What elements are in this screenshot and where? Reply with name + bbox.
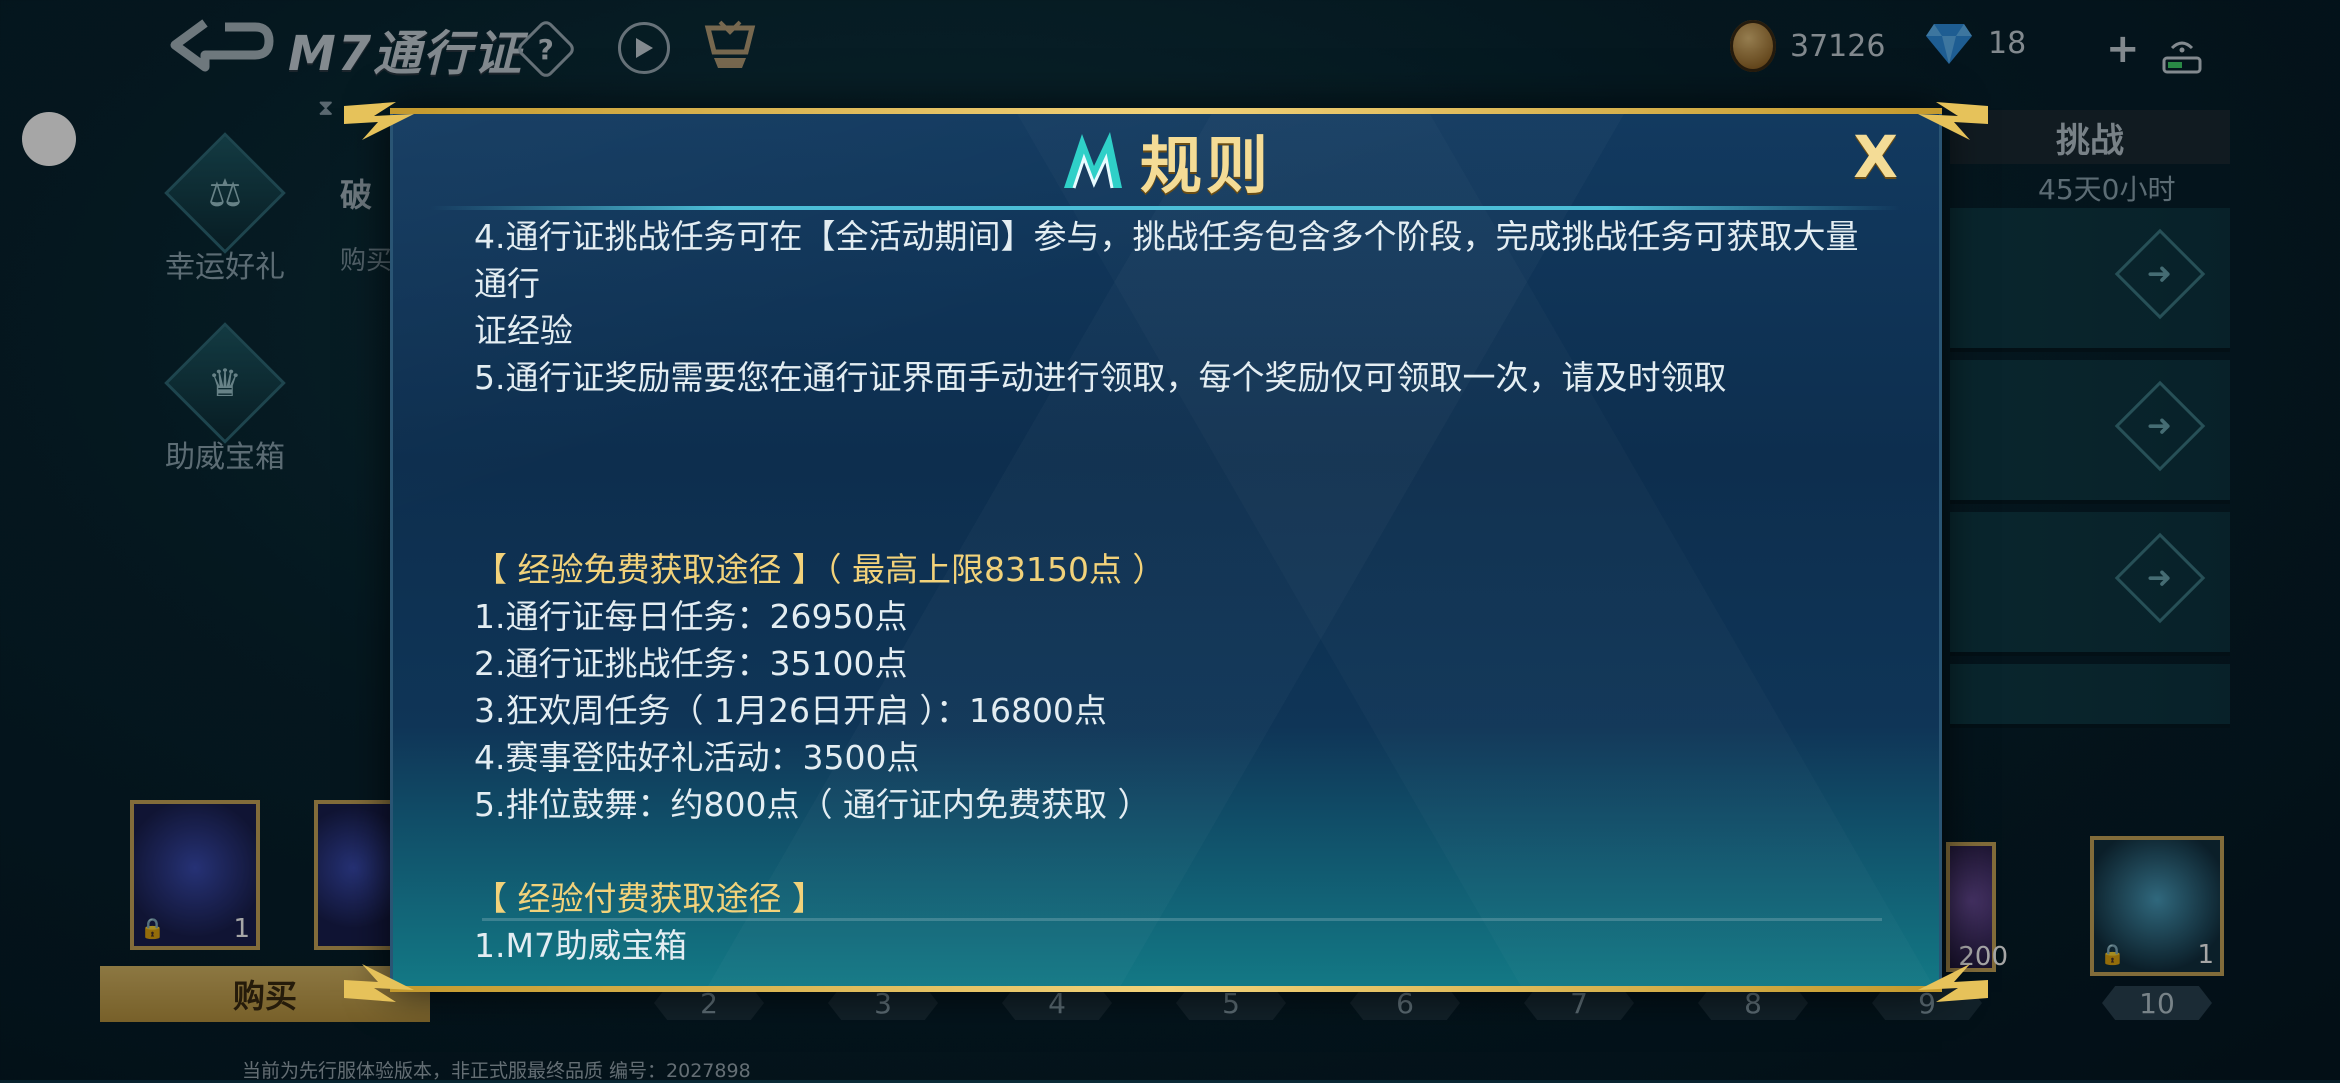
paid-exp-section-title: 【 经验付费获取途径 】	[474, 879, 825, 918]
lightning-corner-icon	[1918, 964, 1988, 1002]
rule-line: 4.通行证挑战任务可在【全活动期间】参与，挑战任务包含多个阶段，完成挑战任务可获…	[474, 220, 1859, 303]
free-exp-section-title: 【 经验免费获取途径 】（ 最高上限83150点 ）	[474, 550, 1166, 589]
rules-dialog: 规则 X 4.通行证挑战任务可在【全活动期间】参与，挑战任务包含多个阶段，完成挑…	[344, 102, 1988, 1002]
lightning-corner-icon	[344, 964, 414, 1002]
content-bottom-divider	[482, 918, 1882, 921]
rule-line: 1.M7助威宝箱	[474, 926, 687, 965]
rule-line: 1.通行证每日任务：26950点	[474, 597, 908, 636]
modal-title: 规则	[1139, 129, 1272, 202]
header-divider	[430, 206, 1900, 210]
rule-line: 2.通行证挑战任务：35100点	[474, 644, 908, 683]
rule-line: 5.通行证奖励需要您在通行证界面手动进行领取，每个奖励仅可领取一次，请及时领取	[474, 358, 1727, 397]
rules-scroll-area[interactable]: 4.通行证挑战任务可在【全活动期间】参与，挑战任务包含多个阶段，完成挑战任务可获…	[474, 220, 1874, 1010]
m-logo-icon	[1063, 132, 1122, 189]
modal-header: 规则	[390, 120, 1942, 202]
modal-top-border	[390, 108, 1942, 114]
rule-line: 4.赛事登陆好礼活动：3500点	[474, 738, 920, 777]
close-button[interactable]: X	[1853, 128, 1898, 186]
rule-line: 3.狂欢周任务（ 1月26日开启 ）：16800点	[474, 691, 1107, 730]
rule-line: 5.排位鼓舞：约800点（ 通行证内免费获取 ）	[474, 785, 1151, 824]
rule-line: 证经验	[474, 311, 573, 350]
